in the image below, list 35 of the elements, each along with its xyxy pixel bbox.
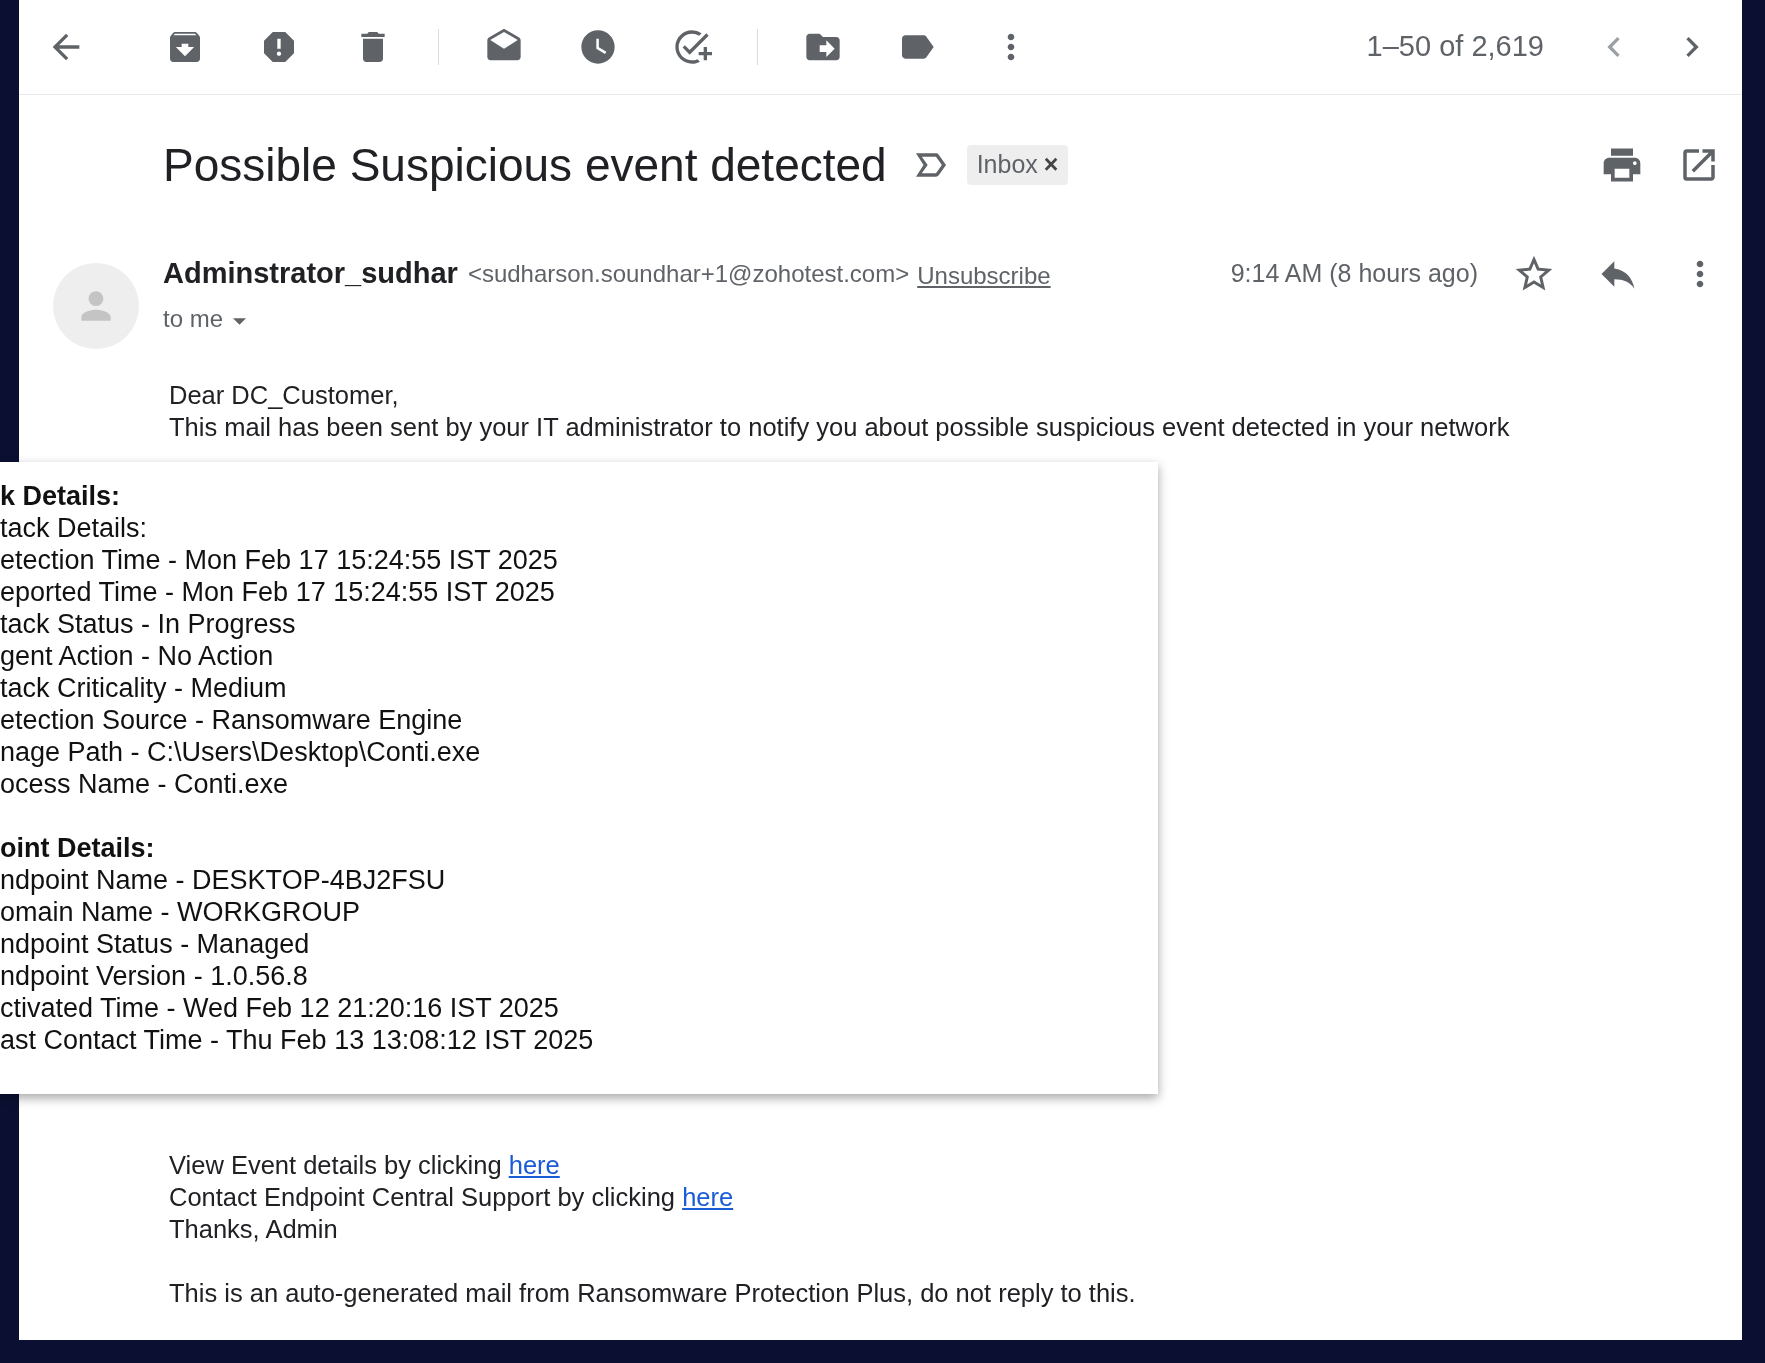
detail-line: ocess Name - Conti.exe [0,768,290,800]
detail-line: ctivated Time - Wed Feb 12 21:20:16 IST 2025 [0,992,560,1024]
detail-line: omain Name - WORKGROUP [0,896,362,928]
unsubscribe-link[interactable]: Unsubscribe [917,258,1051,294]
here-link[interactable]: here [508,1151,560,1179]
detail-line: ndpoint Name - DESKTOP-4BJ2FSU [0,864,447,896]
detail-line: etection Source - Ransomware Engine [0,704,464,736]
body-text: View Event details by clicking here [169,1150,561,1181]
body-text: This mail has been sent by your IT administrator to notify you about possible suspicious event detected in your network [169,412,1511,443]
detail-line: gent Action - No Action [0,640,275,672]
remove-label-button[interactable]: × [1043,146,1059,184]
detail-line: tack Status - In Progress [0,608,297,640]
detail-line: etection Time - Mon Feb 17 15:24:55 IST 2025 [0,544,559,576]
section-heading: oint Details: [0,832,156,864]
body-text: Contact Endpoint Central Support by clicking here [169,1182,735,1213]
detail-line: ast Contact Time - Thu Feb 13 13:08:12 IST 2025 [0,1024,595,1056]
pagination-count: 1–50 of 2,619 [1366,29,1544,65]
footer-note: This is an auto-generated mail from Ransomware Protection Plus, do not reply to this. [169,1278,1137,1309]
detail-line: nage Path - C:\Users\Desktop\Conti.exe [0,736,482,768]
detail-line: ndpoint Status - Managed [0,928,311,960]
email-subject: Possible Suspicious event detected [163,137,887,193]
detail-line: tack Details: [0,512,149,544]
section-heading: k Details: [0,480,122,512]
detail-line: tack Criticality - Medium [0,672,288,704]
body-text: Thanks, Admin [169,1214,339,1245]
body-text: Dear DC_Customer, [169,380,400,411]
detail-line: eported Time - Mon Feb 17 15:24:55 IST 2025 [0,576,556,608]
sender-email: <sudharson.soundhar+1@zohotest.com> [467,259,910,289]
email-time: 9:14 AM (8 hours ago) [1230,258,1478,290]
here-link[interactable]: here [682,1183,734,1211]
label-text: Inbox [976,149,1038,181]
recipient-dropdown[interactable]: to me [163,299,247,339]
caret-icon [233,317,247,325]
detail-line: ndpoint Version - 1.0.56.8 [0,960,309,992]
sender-name: Adminstrator_sudhar [163,256,458,292]
